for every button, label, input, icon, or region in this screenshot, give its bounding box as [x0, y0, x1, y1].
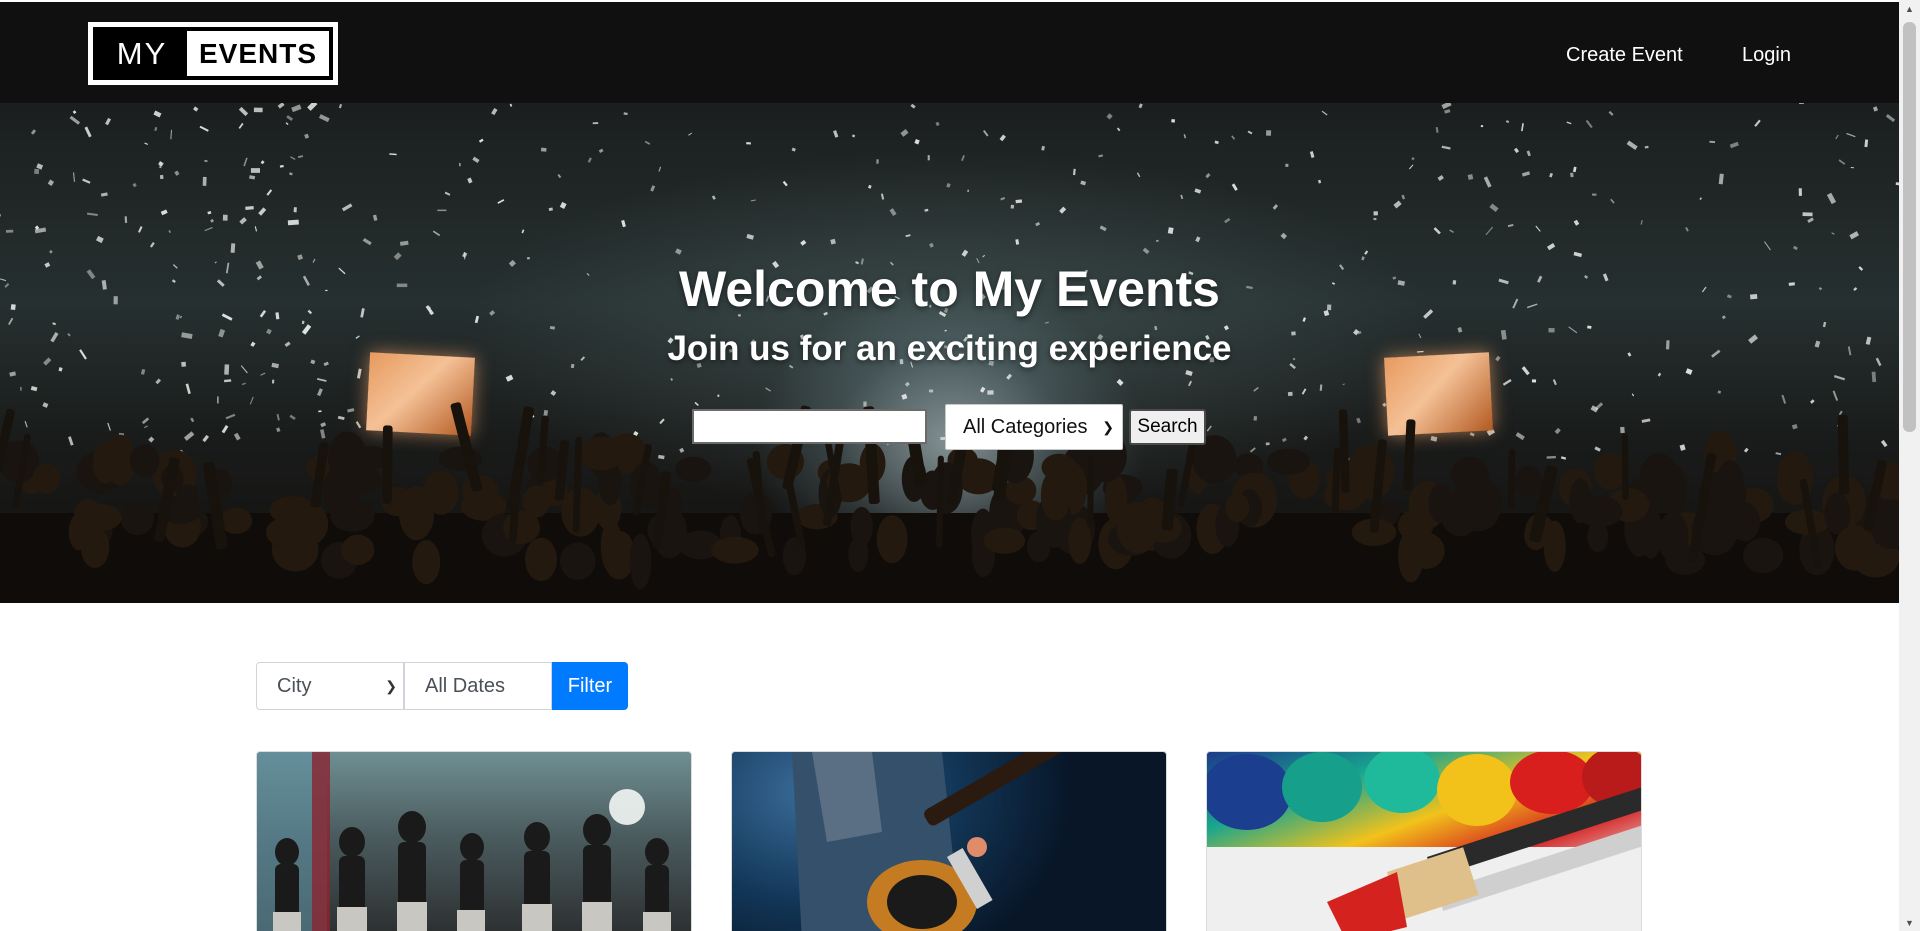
dates-input[interactable]: All Dates — [404, 662, 552, 710]
filter-button[interactable]: Filter — [552, 662, 628, 710]
hero-subtitle: Join us for an exciting experience — [667, 329, 1232, 368]
city-select-value: City — [277, 674, 312, 697]
event-image-paint — [1207, 752, 1641, 931]
event-image-guitarist — [792, 752, 1085, 931]
logo-frame: MY EVENTS — [93, 27, 333, 80]
login-link[interactable]: Login — [1742, 44, 1791, 67]
scroll-up-arrow-icon[interactable]: ▲ — [1899, 0, 1920, 17]
scroll-down-arrow-icon[interactable]: ▼ — [1899, 914, 1920, 931]
brand-logo[interactable]: MY EVENTS — [88, 22, 338, 85]
category-select[interactable]: All Categories ❯ — [945, 404, 1123, 450]
chevron-down-icon: ❯ — [385, 678, 397, 694]
search-input[interactable] — [692, 409, 927, 444]
scrollbar-thumb[interactable] — [1903, 22, 1916, 432]
navbar: MY EVENTS Create Event Login — [0, 2, 1899, 103]
event-card[interactable] — [731, 751, 1167, 931]
event-card[interactable] — [256, 751, 692, 931]
logo-text-events: EVENTS — [198, 37, 318, 69]
logo-text-my: MY — [97, 31, 187, 76]
hero-banner: Welcome to My Events Join us for an exci… — [0, 103, 1899, 603]
chevron-down-icon: ❯ — [1102, 419, 1114, 435]
event-image-dancers — [257, 752, 671, 931]
search-button[interactable]: Search — [1129, 409, 1206, 445]
category-select-value: All Categories — [963, 415, 1088, 438]
dates-input-value: All Dates — [425, 674, 506, 697]
city-select[interactable]: City ❯ — [256, 662, 404, 710]
create-event-link[interactable]: Create Event — [1566, 44, 1683, 67]
scrollbar[interactable]: ▲ ▼ — [1899, 0, 1920, 931]
event-card[interactable] — [1206, 751, 1642, 931]
hero-title: Welcome to My Events — [679, 261, 1220, 317]
